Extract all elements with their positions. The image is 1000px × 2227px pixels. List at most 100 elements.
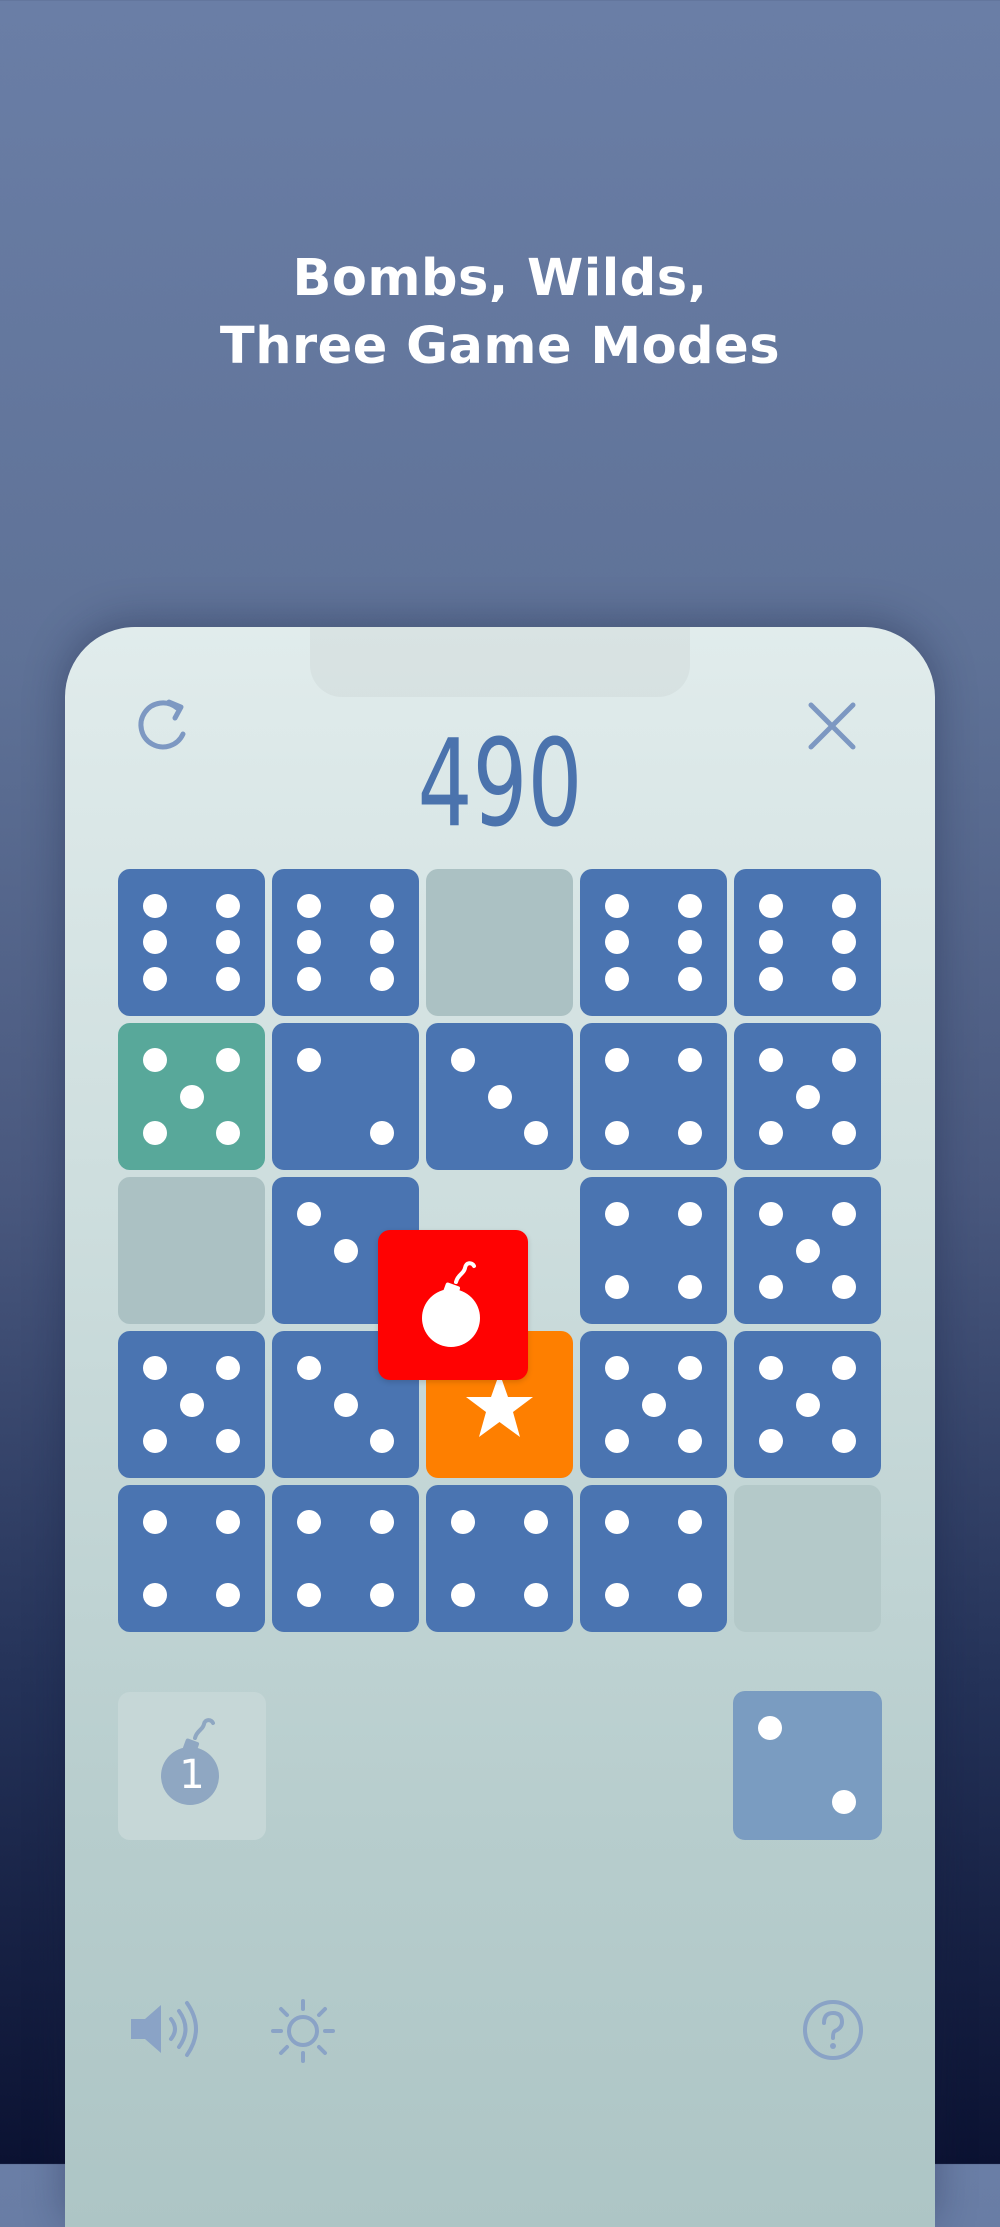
die-pip — [605, 1275, 629, 1299]
die-cell[interactable] — [272, 1485, 419, 1632]
die-pip — [605, 1429, 629, 1453]
die-pip — [216, 1583, 240, 1607]
die-cell[interactable] — [118, 869, 265, 1016]
phone-screen: 490 1 — [65, 627, 935, 2227]
die-pip — [297, 1510, 321, 1534]
bomb-inventory-button[interactable]: 1 — [118, 1692, 266, 1840]
die-pip — [759, 1202, 783, 1226]
die-pip — [143, 894, 167, 918]
die-pip — [143, 1048, 167, 1072]
die-cell[interactable] — [272, 1023, 419, 1170]
die-pip — [832, 1429, 856, 1453]
speaker-icon[interactable] — [127, 1999, 203, 2059]
die-pip — [678, 967, 702, 991]
die-cell[interactable] — [118, 1485, 265, 1632]
die-pip — [605, 1202, 629, 1226]
die-pip — [605, 1510, 629, 1534]
die-cell[interactable] — [580, 1023, 727, 1170]
die-pip — [216, 1121, 240, 1145]
die-cell[interactable] — [580, 1177, 727, 1324]
die-pip — [180, 1085, 204, 1109]
die-pip — [216, 1429, 240, 1453]
die-pip — [796, 1239, 820, 1263]
bomb-count: 1 — [179, 1752, 205, 1798]
die-pip — [642, 1393, 666, 1417]
die-pip — [216, 930, 240, 954]
die-pip — [297, 930, 321, 954]
die-pip — [370, 1121, 394, 1145]
die-pip — [605, 1121, 629, 1145]
die-cell[interactable] — [272, 869, 419, 1016]
die-cell[interactable] — [118, 1331, 265, 1478]
headline-line-2: Three Game Modes — [219, 317, 781, 376]
die-pip — [678, 1275, 702, 1299]
sun-icon[interactable] — [269, 1997, 337, 2065]
die-cell-highlighted[interactable] — [118, 1023, 265, 1170]
die-pip — [216, 894, 240, 918]
die-cell[interactable] — [734, 1331, 881, 1478]
die-pip — [216, 1048, 240, 1072]
die-cell[interactable] — [580, 869, 727, 1016]
bomb-icon — [422, 1261, 480, 1347]
die-pip — [796, 1393, 820, 1417]
help-icon[interactable] — [801, 1998, 865, 2062]
die-pip — [370, 1583, 394, 1607]
die-pip — [297, 1356, 321, 1380]
bomb-tile[interactable] — [378, 1230, 528, 1380]
die-pip — [759, 894, 783, 918]
die-pip — [216, 967, 240, 991]
die-pip — [678, 1121, 702, 1145]
die-pip — [605, 1583, 629, 1607]
die-pip — [143, 1583, 167, 1607]
die-pip — [678, 1356, 702, 1380]
die-pip — [297, 894, 321, 918]
empty-cell[interactable] — [734, 1485, 881, 1632]
die-pip — [180, 1393, 204, 1417]
die-pip — [832, 1356, 856, 1380]
die-pip — [370, 930, 394, 954]
die-pip — [832, 1202, 856, 1226]
die-pip — [451, 1583, 475, 1607]
die-cell[interactable] — [734, 1177, 881, 1324]
die-pip — [143, 930, 167, 954]
die-pip — [216, 1356, 240, 1380]
die-pip — [678, 894, 702, 918]
die-pip — [297, 967, 321, 991]
die-pip — [759, 1429, 783, 1453]
die-pip — [678, 930, 702, 954]
die-pip — [334, 1239, 358, 1263]
die-cell[interactable] — [580, 1485, 727, 1632]
die-pip — [605, 894, 629, 918]
die-pip — [796, 1085, 820, 1109]
die-pip — [451, 1048, 475, 1072]
die-pip — [370, 967, 394, 991]
die-cell[interactable] — [426, 1485, 573, 1632]
die-cell[interactable] — [580, 1331, 727, 1478]
die-pip — [678, 1048, 702, 1072]
die-pip — [605, 930, 629, 954]
die-cell[interactable] — [734, 869, 881, 1016]
die-pip — [143, 967, 167, 991]
die-pip — [297, 1202, 321, 1226]
die-pip — [370, 1429, 394, 1453]
die-pip — [524, 1121, 548, 1145]
die-pip — [143, 1429, 167, 1453]
empty-cell[interactable] — [118, 1177, 265, 1324]
next-die-preview[interactable] — [733, 1691, 882, 1840]
die-pip — [143, 1356, 167, 1380]
die-pip — [297, 1048, 321, 1072]
die-pip — [832, 967, 856, 991]
empty-cell[interactable] — [426, 869, 573, 1016]
die-pip — [832, 930, 856, 954]
die-pip — [451, 1510, 475, 1534]
die-pip — [832, 1275, 856, 1299]
headline-line-1: Bombs, Wilds, — [292, 249, 708, 308]
die-pip — [370, 1510, 394, 1534]
die-pip — [759, 1275, 783, 1299]
die-pip — [832, 1048, 856, 1072]
die-pip — [759, 1048, 783, 1072]
die-pip — [759, 930, 783, 954]
die-cell[interactable] — [734, 1023, 881, 1170]
die-cell[interactable] — [426, 1023, 573, 1170]
die-pip — [605, 1356, 629, 1380]
